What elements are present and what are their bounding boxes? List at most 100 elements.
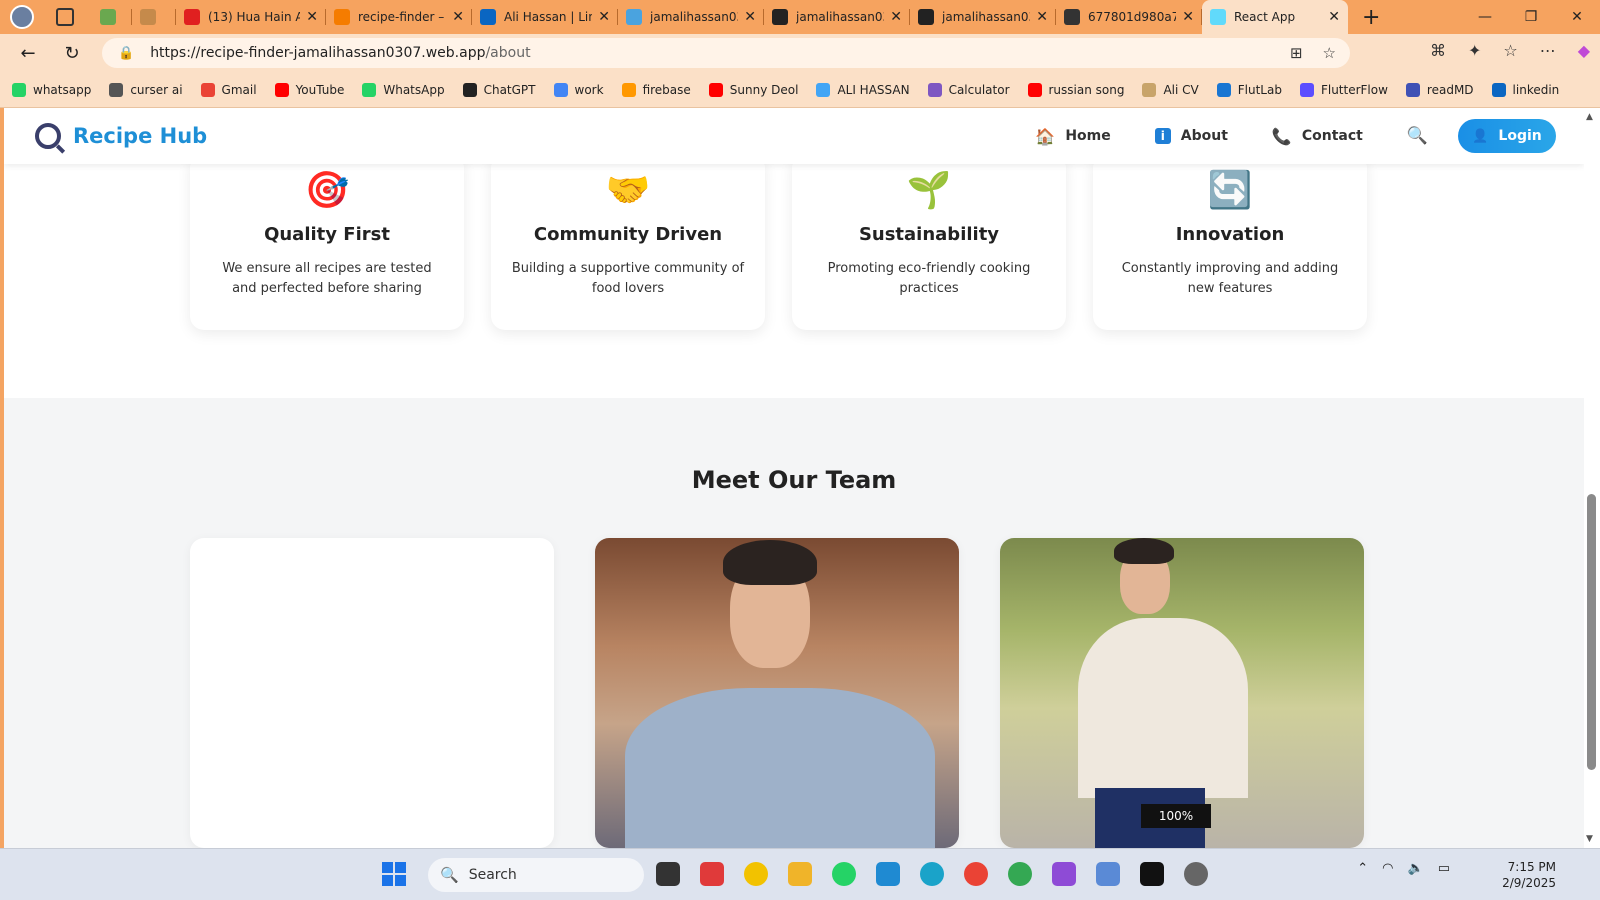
scroll-up-icon[interactable]: ▲ — [1586, 112, 1593, 122]
tab-close-icon[interactable]: ✕ — [306, 9, 318, 25]
task-view-icon[interactable] — [656, 862, 680, 886]
browser-tab[interactable]: 677801d980a79 ✕ — [1056, 0, 1202, 34]
tab-close-icon[interactable]: ✕ — [452, 9, 464, 25]
back-icon[interactable]: ← — [10, 43, 46, 64]
bookmark-item[interactable]: YouTube — [274, 82, 344, 97]
tab-favicon-icon — [626, 9, 642, 25]
file-explorer-icon[interactable] — [788, 862, 812, 886]
magnifier-logo-icon — [35, 123, 61, 149]
volume-icon[interactable]: 🔈 — [1408, 861, 1424, 876]
bookmark-item[interactable]: russian song — [1027, 82, 1124, 97]
favorites-icon[interactable]: ☆ — [1503, 41, 1517, 60]
scrollbar-thumb[interactable] — [1587, 494, 1596, 770]
nav-contact-link[interactable]: 📞 Contact — [1272, 127, 1363, 146]
copilot-icon[interactable]: ◆ — [1578, 41, 1590, 60]
chrome-alt-icon[interactable] — [1008, 862, 1032, 886]
search-icon[interactable]: 🔍 — [1407, 126, 1428, 146]
value-card-title: Sustainability — [858, 224, 1000, 245]
browser-tab[interactable]: recipe-finder – C ✕ — [326, 0, 472, 34]
terminal-app-icon[interactable] — [1140, 862, 1164, 886]
nav-home-link[interactable]: 🏠 Home — [1035, 127, 1110, 146]
browser-tab[interactable]: (13) Hua Hain Aa ✕ — [176, 0, 326, 34]
start-icon[interactable] — [382, 862, 406, 886]
site-navbar: Recipe Hub 🏠 Home i About 📞 Contact 🔍 👤 … — [4, 108, 1584, 164]
bookmark-item[interactable]: work — [553, 82, 604, 97]
bookmark-favicon-icon — [1299, 82, 1314, 97]
browser-tab[interactable]: jamalihassan030 ✕ — [910, 0, 1056, 34]
person-shirt — [1078, 618, 1248, 798]
login-button[interactable]: 👤 Login — [1458, 119, 1556, 153]
anydesk-icon[interactable] — [700, 862, 724, 886]
tab-label: recipe-finder – C — [358, 10, 446, 24]
translate-icon[interactable]: ⌘ — [1430, 41, 1446, 60]
user-icon: 👤 — [1472, 128, 1489, 144]
tab-favicon-icon — [1064, 9, 1080, 25]
edge-icon[interactable] — [920, 862, 944, 886]
new-tab-button[interactable]: + — [1362, 5, 1380, 30]
bookmark-favicon-icon — [274, 82, 289, 97]
close-window-icon[interactable]: ✕ — [1554, 0, 1600, 34]
chevron-up-icon[interactable]: ⌃ — [1357, 861, 1368, 876]
minimize-icon[interactable]: — — [1462, 0, 1508, 34]
tab-close-icon[interactable]: ✕ — [598, 9, 610, 25]
browser-tab[interactable]: jamalihassan030 ✕ — [764, 0, 910, 34]
bookmark-item[interactable]: readMD — [1405, 82, 1474, 97]
bookmark-item[interactable]: FlutLab — [1216, 82, 1282, 97]
extensions-icon[interactable]: ✦ — [1468, 41, 1481, 60]
profile-avatar[interactable] — [10, 5, 34, 29]
nav-about-link[interactable]: i About — [1154, 128, 1228, 144]
restore-icon[interactable]: ❐ — [1508, 0, 1554, 34]
taskbar-search[interactable]: 🔍 Search — [428, 858, 644, 892]
workspaces-icon[interactable] — [56, 8, 74, 26]
browser-tab[interactable]: jamalihassan030 ✕ — [618, 0, 764, 34]
tab-close-icon[interactable]: ✕ — [1182, 9, 1194, 25]
bookmark-item[interactable]: Ali CV — [1142, 82, 1199, 97]
clock-app-icon[interactable] — [1184, 862, 1208, 886]
bookmark-item[interactable]: Calculator — [927, 82, 1010, 97]
whatsapp-icon[interactable] — [832, 862, 856, 886]
monitor-app-icon[interactable] — [1096, 862, 1120, 886]
chat-app-icon[interactable] — [744, 862, 768, 886]
vscode-icon[interactable] — [876, 862, 900, 886]
tab-favicon-icon — [1210, 9, 1226, 25]
bookmark-label: FlutterFlow — [1320, 82, 1388, 97]
bookmark-item[interactable]: Gmail — [200, 82, 257, 97]
favorite-star-icon[interactable]: ☆ — [1323, 44, 1336, 62]
battery-icon[interactable]: ▭ — [1438, 861, 1450, 876]
address-bar[interactable]: 🔒 https://recipe-finder-jamalihassan0307… — [102, 38, 1350, 68]
tab-close-icon[interactable]: ✕ — [1036, 9, 1048, 25]
bookmark-item[interactable]: linkedin — [1491, 82, 1559, 97]
lock-icon[interactable]: 🔒 — [118, 46, 134, 61]
tab-close-icon[interactable]: ✕ — [1328, 9, 1340, 25]
login-label: Login — [1498, 128, 1542, 144]
more-menu-icon[interactable]: ⋯ — [1540, 41, 1556, 60]
bookmark-item[interactable]: WhatsApp — [362, 82, 445, 97]
browser-tab[interactable] — [92, 0, 132, 34]
bookmark-item[interactable]: curser ai — [109, 82, 183, 97]
tab-close-icon[interactable]: ✕ — [744, 9, 756, 25]
site-logo[interactable]: Recipe Hub — [35, 123, 207, 149]
bookmark-item[interactable]: Sunny Deol — [708, 82, 798, 97]
tab-close-icon[interactable]: ✕ — [890, 9, 902, 25]
system-tray: ⌃ ◠ 🔈 ▭ — [1357, 861, 1450, 876]
bookmark-item[interactable]: ALI HASSAN — [816, 82, 910, 97]
bookmark-favicon-icon — [12, 82, 26, 97]
bookmark-item[interactable]: whatsapp — [12, 82, 91, 97]
scroll-down-icon[interactable]: ▼ — [1586, 834, 1593, 844]
wifi-icon[interactable]: ◠ — [1382, 861, 1393, 876]
reload-icon[interactable]: ↻ — [54, 43, 90, 64]
bookmark-favicon-icon — [362, 82, 377, 97]
url-text[interactable]: https://recipe-finder-jamalihassan0307.w… — [150, 45, 530, 61]
app-available-icon[interactable]: ⊞ — [1290, 44, 1303, 62]
taskbar-clock[interactable]: 7:15 PM 2/9/2025 — [1502, 859, 1556, 891]
visual-studio-icon[interactable] — [1052, 862, 1076, 886]
chrome-icon[interactable] — [964, 862, 988, 886]
bookmark-item[interactable]: ChatGPT — [462, 82, 536, 97]
browser-tab[interactable] — [132, 0, 176, 34]
bookmark-item[interactable]: firebase — [621, 82, 691, 97]
browser-tab[interactable]: React App ✕ — [1202, 0, 1348, 34]
browser-tab[interactable]: Ali Hassan | Link ✕ — [472, 0, 618, 34]
bookmark-item[interactable]: FlutterFlow — [1299, 82, 1388, 97]
value-card-title: Innovation — [1175, 224, 1285, 245]
bookmark-label: Gmail — [221, 82, 257, 97]
